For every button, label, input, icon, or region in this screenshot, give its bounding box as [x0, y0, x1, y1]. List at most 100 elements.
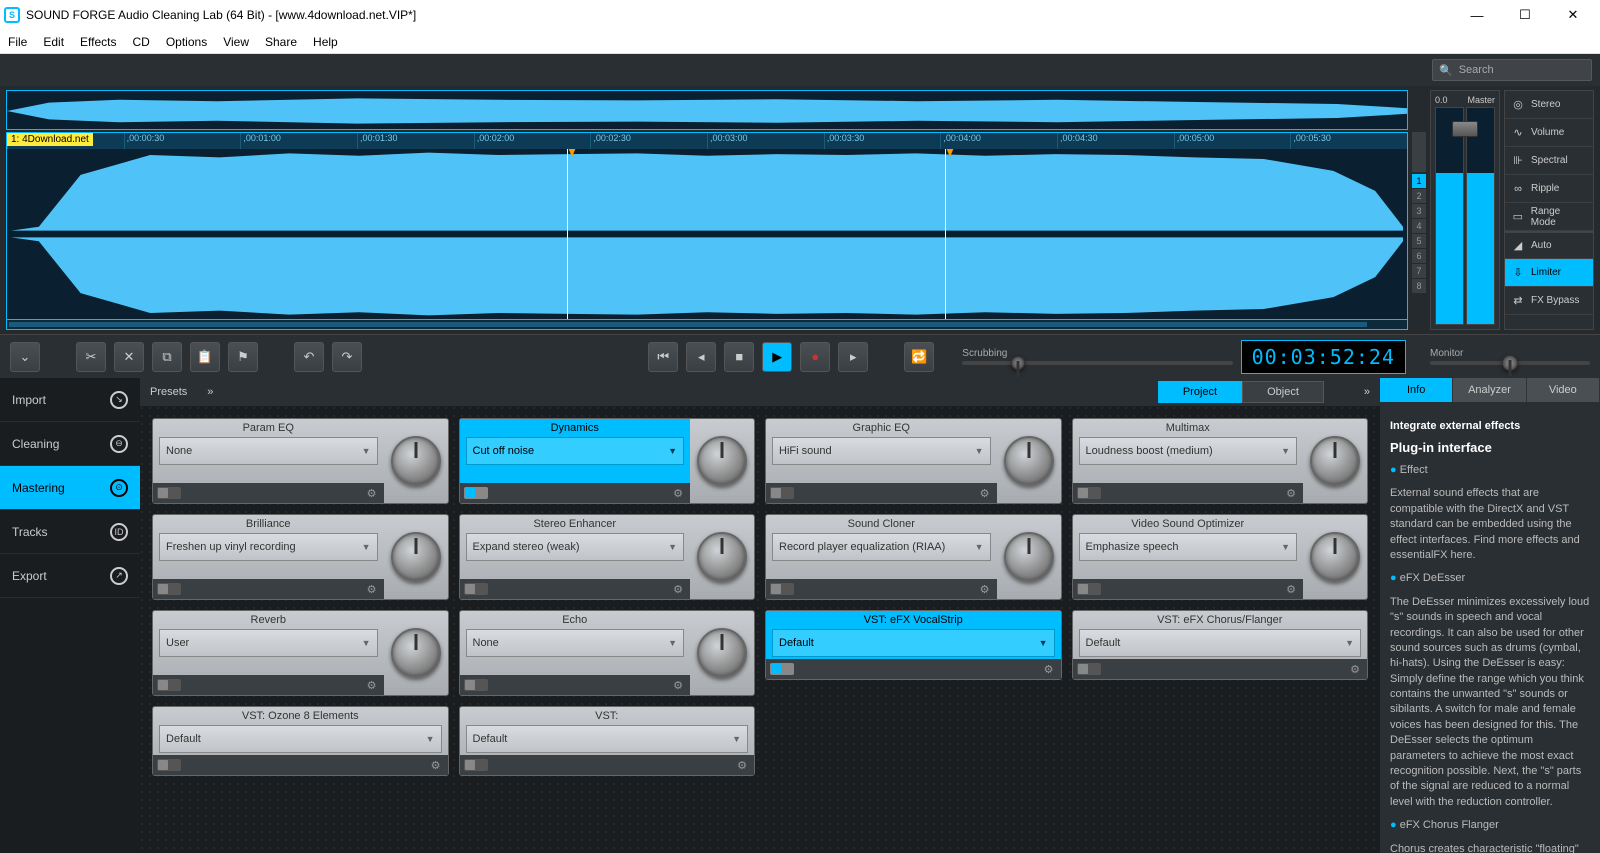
waveform-main[interactable]: 1: 4Download.net ,00:00:00,00:00:30,00:0… — [6, 132, 1408, 330]
play-button[interactable]: ▶ — [762, 342, 792, 372]
skip-start-button[interactable]: ⏮ — [648, 342, 678, 372]
fx-preset-dropdown[interactable]: Emphasize speech▼ — [1079, 533, 1298, 561]
undo-button[interactable]: ↶ — [294, 342, 324, 372]
fx-preset-dropdown[interactable]: Default▼ — [772, 629, 1055, 657]
fx-toggle[interactable] — [1077, 583, 1101, 595]
track-num-8[interactable]: 8 — [1412, 279, 1426, 293]
flag-button[interactable]: ⚑ — [228, 342, 258, 372]
nav-mastering[interactable]: Mastering⊙ — [0, 466, 140, 510]
prev-button[interactable]: ◂ — [686, 342, 716, 372]
menu-effects[interactable]: Effects — [80, 35, 116, 49]
tracks-icon[interactable] — [1412, 132, 1426, 172]
close-button[interactable]: ✕ — [1550, 1, 1596, 29]
infotab-info[interactable]: Info — [1380, 378, 1453, 402]
menu-cd[interactable]: CD — [133, 35, 150, 49]
nav-export[interactable]: Export↗ — [0, 554, 140, 598]
fx-toggle[interactable] — [464, 583, 488, 595]
panel-expand-icon[interactable]: » — [1364, 386, 1370, 398]
presets-expand-icon[interactable]: » — [207, 386, 213, 398]
loop-button[interactable]: 🔁 — [904, 342, 934, 372]
fx-preset-dropdown[interactable]: None▼ — [466, 629, 685, 657]
fx-toggle[interactable] — [157, 583, 181, 595]
track-num-3[interactable]: 3 — [1412, 204, 1426, 218]
next-button[interactable]: ▸ — [838, 342, 868, 372]
fx-preset-dropdown[interactable]: Default▼ — [466, 725, 749, 753]
waveform-overview[interactable] — [6, 90, 1408, 130]
gear-icon[interactable]: ⚙ — [364, 677, 380, 693]
opt-spectral[interactable]: ⊪Spectral — [1505, 147, 1593, 175]
fx-toggle[interactable] — [770, 583, 794, 595]
gear-icon[interactable]: ⚙ — [734, 757, 750, 773]
opt-volume[interactable]: ∿Volume — [1505, 119, 1593, 147]
presets-label[interactable]: Presets — [150, 386, 187, 398]
fx-preset-dropdown[interactable]: Default▼ — [159, 725, 442, 753]
loop-marker[interactable] — [945, 149, 946, 319]
monitor-slider[interactable]: Monitor — [1430, 348, 1590, 365]
search-input[interactable]: 🔍 Search — [1432, 59, 1592, 81]
fx-toggle[interactable] — [157, 759, 181, 771]
menu-view[interactable]: View — [223, 35, 249, 49]
fx-preset-dropdown[interactable]: None▼ — [159, 437, 378, 465]
track-num-1[interactable]: 1 — [1412, 174, 1426, 188]
tab-project[interactable]: Project — [1158, 381, 1242, 403]
gear-icon[interactable]: ⚙ — [977, 581, 993, 597]
gear-icon[interactable]: ⚙ — [977, 485, 993, 501]
fx-toggle[interactable] — [157, 487, 181, 499]
gear-icon[interactable]: ⚙ — [1283, 485, 1299, 501]
opt-stereo[interactable]: ◎Stereo — [1505, 91, 1593, 119]
fx-preset-dropdown[interactable]: Record player equalization (RIAA)▼ — [772, 533, 991, 561]
nav-cleaning[interactable]: Cleaning⊖ — [0, 422, 140, 466]
fx-preset-dropdown[interactable]: Expand stereo (weak)▼ — [466, 533, 685, 561]
opt-fx-bypass[interactable]: ⇄FX Bypass — [1505, 287, 1593, 315]
fx-preset-dropdown[interactable]: Default▼ — [1079, 629, 1362, 657]
scrub-slider[interactable]: Scrubbing — [962, 348, 1232, 365]
infotab-video[interactable]: Video — [1527, 378, 1600, 402]
opt-auto[interactable]: ◢Auto — [1505, 231, 1593, 259]
menu-edit[interactable]: Edit — [43, 35, 64, 49]
opt-limiter[interactable]: ⇩Limiter — [1505, 259, 1593, 287]
fx-knob[interactable] — [697, 628, 747, 678]
minimize-button[interactable]: — — [1454, 1, 1500, 29]
track-num-2[interactable]: 2 — [1412, 189, 1426, 203]
fx-toggle[interactable] — [464, 487, 488, 499]
fx-toggle[interactable] — [1077, 663, 1101, 675]
fx-knob[interactable] — [391, 436, 441, 486]
fx-knob[interactable] — [1004, 532, 1054, 582]
fx-knob[interactable] — [1310, 532, 1360, 582]
gear-icon[interactable]: ⚙ — [670, 581, 686, 597]
gear-icon[interactable]: ⚙ — [364, 485, 380, 501]
fx-knob[interactable] — [391, 628, 441, 678]
track-num-4[interactable]: 4 — [1412, 219, 1426, 233]
fx-toggle[interactable] — [1077, 487, 1101, 499]
gear-icon[interactable]: ⚙ — [364, 581, 380, 597]
fx-toggle[interactable] — [770, 663, 794, 675]
fx-toggle[interactable] — [464, 679, 488, 691]
record-button[interactable]: ● — [800, 342, 830, 372]
fx-preset-dropdown[interactable]: User▼ — [159, 629, 378, 657]
gear-icon[interactable]: ⚙ — [670, 677, 686, 693]
copy-button[interactable]: ⧉ — [152, 342, 182, 372]
gear-icon[interactable]: ⚙ — [1347, 661, 1363, 677]
delete-button[interactable]: ✕ — [114, 342, 144, 372]
time-ruler[interactable]: ,00:00:00,00:00:30,00:01:00,00:01:30,00:… — [7, 133, 1407, 149]
fx-preset-dropdown[interactable]: Loudness boost (medium)▼ — [1079, 437, 1298, 465]
tab-object[interactable]: Object — [1242, 381, 1324, 403]
waveform-scrollbar[interactable] — [7, 319, 1407, 329]
stop-button[interactable]: ■ — [724, 342, 754, 372]
fx-toggle[interactable] — [464, 759, 488, 771]
track-num-7[interactable]: 7 — [1412, 264, 1426, 278]
opt-range-mode[interactable]: ▭Range Mode — [1505, 203, 1593, 231]
track-num-6[interactable]: 6 — [1412, 249, 1426, 263]
fx-knob[interactable] — [1004, 436, 1054, 486]
menu-file[interactable]: File — [8, 35, 27, 49]
fx-knob[interactable] — [697, 436, 747, 486]
fx-preset-dropdown[interactable]: Cut off noise▼ — [466, 437, 685, 465]
paste-button[interactable]: 📋 — [190, 342, 220, 372]
fx-knob[interactable] — [697, 532, 747, 582]
track-num-5[interactable]: 5 — [1412, 234, 1426, 248]
redo-button[interactable]: ↷ — [332, 342, 362, 372]
opt-ripple[interactable]: ∞Ripple — [1505, 175, 1593, 203]
expand-button[interactable]: ⌄ — [10, 342, 40, 372]
nav-import[interactable]: Import↘ — [0, 378, 140, 422]
gear-icon[interactable]: ⚙ — [670, 485, 686, 501]
